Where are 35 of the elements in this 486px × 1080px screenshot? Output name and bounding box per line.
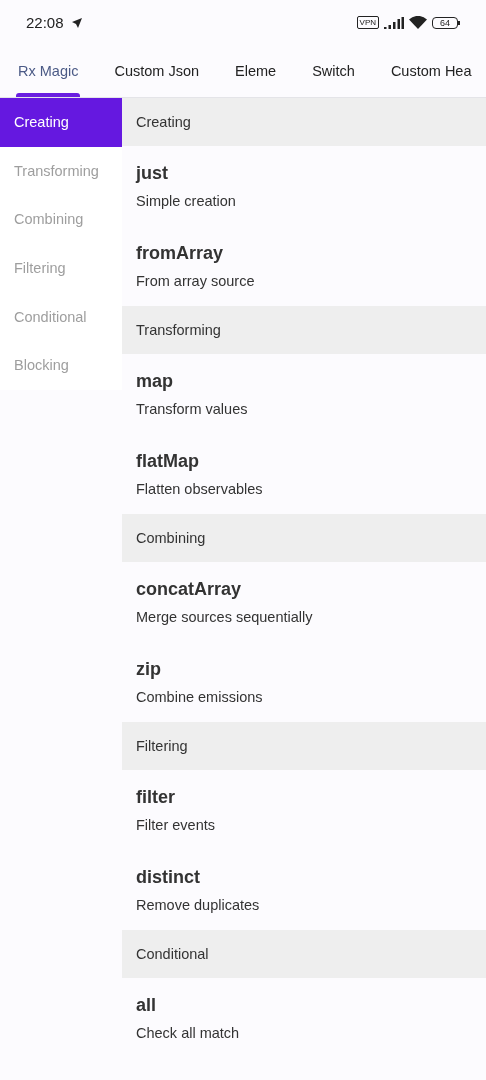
operator-title[interactable]: zip	[136, 659, 472, 680]
tab[interactable]: Switch	[294, 45, 373, 97]
clock: 22:08	[26, 14, 64, 31]
tab[interactable]: Eleme	[217, 45, 295, 97]
operator-description: Merge sources sequentially	[136, 609, 314, 625]
operator-description: Filter events	[136, 817, 216, 833]
tab[interactable]: Custom Hea	[372, 45, 486, 97]
operator-title[interactable]: flatMap	[136, 451, 472, 472]
section-header: Filtering	[122, 722, 486, 770]
section-header: Conditional	[122, 930, 486, 978]
sidebar-item[interactable]: Creating	[0, 98, 122, 147]
operator-description: Simple creation	[136, 193, 237, 209]
operator-title[interactable]: just	[136, 163, 472, 184]
vpn-indicator: VPN	[356, 16, 379, 29]
location-arrow-icon	[71, 17, 82, 28]
operator-description: Combine emissions	[136, 689, 264, 705]
section-header: Combining	[122, 514, 486, 562]
operator-description: Check all match	[136, 1025, 241, 1041]
operator-title[interactable]: all	[136, 995, 472, 1016]
signal-icon	[384, 16, 404, 29]
section-header: Transforming	[122, 306, 486, 354]
wifi-icon	[409, 16, 427, 29]
operator-description: Transform values	[136, 401, 249, 417]
operator-title[interactable]: map	[136, 371, 472, 392]
tab[interactable]: Rx Magic	[0, 45, 97, 97]
operator-title[interactable]: distinct	[136, 867, 472, 888]
operator-description: Remove duplicates	[136, 897, 261, 913]
operator-description: From array source	[136, 273, 256, 289]
tab[interactable]: Custom Json	[96, 45, 218, 97]
battery-icon: 64	[432, 16, 460, 29]
operator-description: Flatten observables	[136, 481, 264, 497]
operator-title[interactable]: filter	[136, 787, 472, 808]
operator-title[interactable]: fromArray	[136, 243, 472, 264]
operator-title[interactable]: concatArray	[136, 579, 472, 600]
section-header: Creating	[122, 98, 486, 146]
